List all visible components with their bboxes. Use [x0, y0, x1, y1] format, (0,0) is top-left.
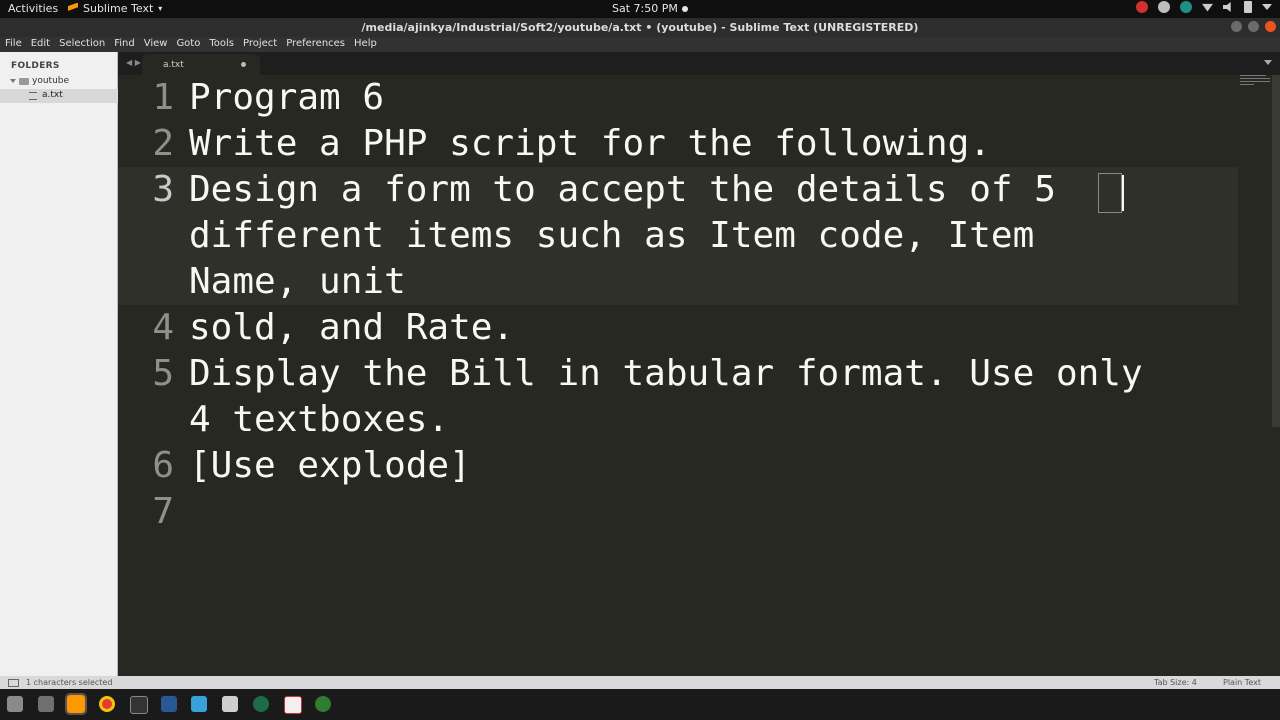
wifi-icon[interactable]	[1202, 3, 1213, 12]
tab-nav-arrows-icon[interactable]: ◀ ▶	[126, 58, 141, 67]
sublime-logo-icon	[68, 2, 78, 11]
sublime-app-icon[interactable]	[65, 693, 87, 715]
code-line: Design a form to accept the details of 5	[189, 169, 1056, 210]
tab-bar: ◀ ▶ a.txt	[118, 52, 1280, 75]
terminal-app-icon[interactable]	[130, 696, 148, 714]
tab-list-dropdown-icon[interactable]	[1264, 60, 1272, 65]
line-number: 7	[152, 491, 174, 532]
text-caret	[1122, 175, 1124, 211]
tab-label: a.txt	[163, 60, 184, 70]
selection-status: 1 characters selected	[26, 678, 113, 687]
menu-goto[interactable]: Goto	[176, 37, 207, 52]
sync-icon[interactable]	[1180, 1, 1192, 13]
expand-arrow-icon[interactable]	[10, 79, 16, 83]
close-button[interactable]	[1265, 21, 1276, 32]
files-app-icon[interactable]	[7, 696, 23, 712]
system-menu-chevron-icon[interactable]	[1262, 4, 1272, 10]
code-line-wrapped: different items such as Item code, Item	[189, 215, 1035, 256]
line-number: 1	[152, 77, 174, 118]
menu-bar: File Edit Selection Find View Goto Tools…	[0, 37, 1280, 52]
folder-label: youtube	[32, 76, 70, 86]
line-number: 6	[152, 445, 174, 486]
line-number: 2	[152, 123, 174, 164]
editor-area[interactable]: 1 Program 6 2 Write a PHP script for the…	[118, 75, 1280, 676]
code-line: [Use explode]	[189, 445, 471, 486]
minimize-button[interactable]	[1231, 21, 1242, 32]
code-line: sold, and Rate.	[189, 307, 515, 348]
vertical-scrollbar[interactable]	[1272, 75, 1280, 427]
volume-icon[interactable]	[1223, 2, 1231, 12]
clock-label: Sat 7:50 PM	[612, 2, 678, 15]
status-bar: 1 characters selected Tab Size: 4 Plain …	[0, 676, 1280, 689]
unsaved-dot-icon[interactable]	[241, 62, 246, 67]
system-tray	[1136, 1, 1272, 13]
file-icon	[29, 92, 37, 100]
app-menu[interactable]: Sublime Text ▾	[68, 2, 162, 15]
menu-help[interactable]: Help	[354, 37, 384, 52]
code-line-wrapped: Name, unit	[189, 261, 406, 302]
line-number: 3	[152, 169, 174, 210]
menu-view[interactable]: View	[144, 37, 175, 52]
code-line: Display the Bill in tabular format. Use …	[189, 353, 1143, 394]
line-number: 5	[152, 353, 174, 394]
folders-heading: FOLDERS	[11, 61, 60, 71]
app-indicator-icon[interactable]	[1158, 1, 1170, 13]
window-title-bar[interactable]: /media/ajinkya/Industrial/Soft2/youtube/…	[0, 18, 1280, 37]
minimap[interactable]	[1240, 75, 1270, 87]
record-icon[interactable]	[1136, 1, 1148, 13]
sidebar: FOLDERS youtube a.txt	[0, 52, 118, 676]
panel-toggle-icon[interactable]	[8, 679, 19, 687]
folder-icon	[19, 77, 29, 85]
tab-a-txt[interactable]: a.txt	[142, 54, 260, 75]
menu-file[interactable]: File	[5, 37, 29, 52]
menu-edit[interactable]: Edit	[31, 37, 57, 52]
menu-preferences[interactable]: Preferences	[286, 37, 352, 52]
syntax-indicator[interactable]: Plain Text	[1223, 678, 1261, 687]
menu-tools[interactable]: Tools	[209, 37, 241, 52]
sync-app-icon[interactable]	[315, 696, 331, 712]
maximize-button[interactable]	[1248, 21, 1259, 32]
word-app-icon[interactable]	[161, 696, 177, 712]
selection-highlight	[1098, 173, 1122, 213]
notes-app-icon[interactable]	[222, 696, 238, 712]
menu-find[interactable]: Find	[114, 37, 142, 52]
chevron-down-icon: ▾	[158, 4, 163, 13]
sidebar-file-a-txt[interactable]: a.txt	[0, 89, 118, 103]
battery-icon[interactable]	[1244, 1, 1252, 13]
taskbar	[0, 689, 1280, 720]
document-app-icon[interactable]	[284, 696, 302, 714]
sidebar-folder-youtube[interactable]: youtube	[10, 76, 69, 86]
chrome-app-icon[interactable]	[99, 696, 115, 712]
window-controls	[1231, 21, 1276, 32]
activities-button[interactable]: Activities	[8, 2, 58, 15]
code-line: Write a PHP script for the following.	[189, 123, 991, 164]
system-top-bar: Activities Sublime Text ▾ Sat 7:50 PM	[0, 0, 1280, 18]
browser-app-icon[interactable]	[253, 696, 269, 712]
trash-app-icon[interactable]	[38, 696, 54, 712]
menu-selection[interactable]: Selection	[59, 37, 112, 52]
window-title: /media/ajinkya/Industrial/Soft2/youtube/…	[361, 21, 919, 34]
app-menu-label: Sublime Text	[83, 2, 154, 15]
line-number: 4	[152, 307, 174, 348]
web-app-icon[interactable]	[191, 696, 207, 712]
code-line-wrapped: 4 textboxes.	[189, 399, 450, 440]
file-label: a.txt	[42, 90, 63, 100]
menu-project[interactable]: Project	[243, 37, 284, 52]
clock[interactable]: Sat 7:50 PM	[612, 2, 688, 15]
tab-size-indicator[interactable]: Tab Size: 4	[1154, 678, 1197, 687]
notification-dot-icon	[681, 5, 688, 12]
code-line: Program 6	[189, 77, 385, 118]
